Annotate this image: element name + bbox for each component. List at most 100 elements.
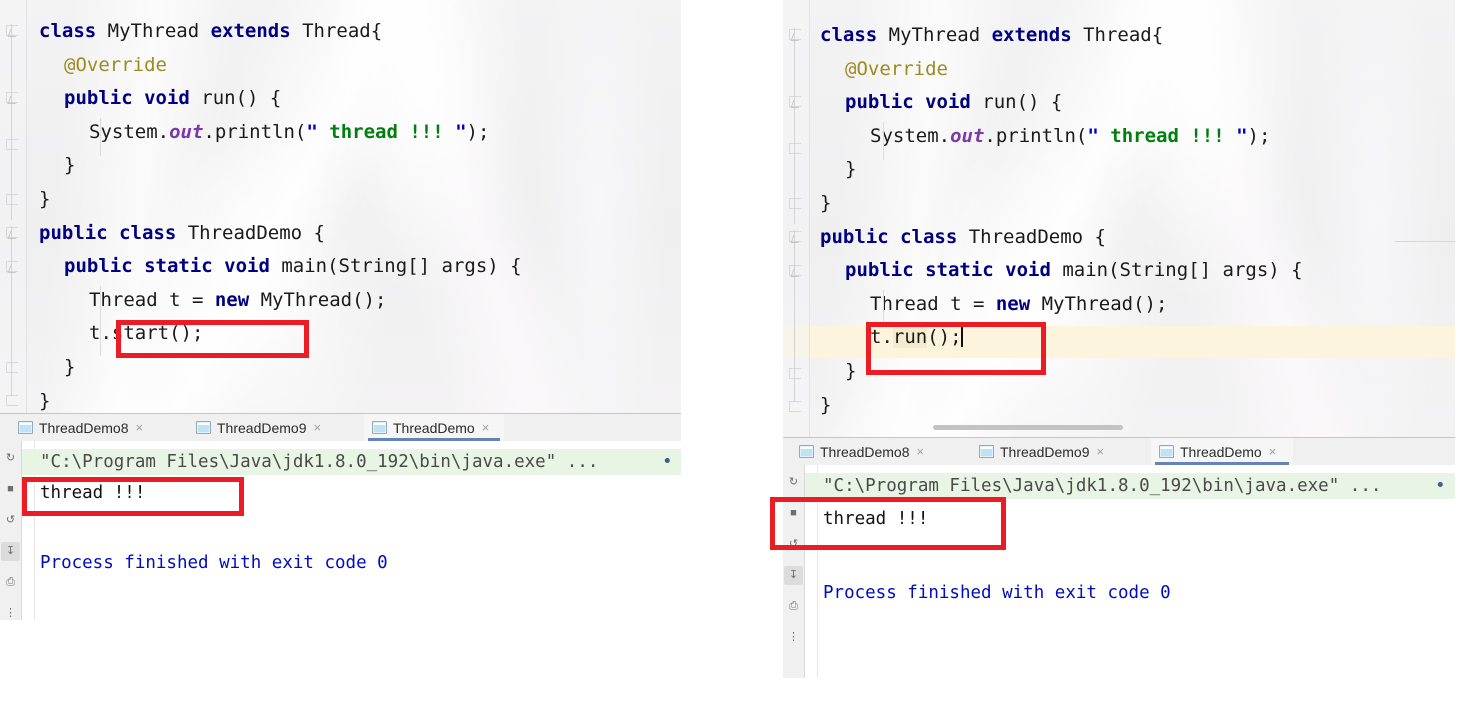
- code-line[interactable]: public void run() {: [64, 87, 281, 109]
- code-line[interactable]: t.start();: [89, 322, 203, 344]
- rotate-icon[interactable]: ↺: [784, 535, 803, 554]
- code-token: run() {: [201, 87, 282, 110]
- run-tab-threaddemo9[interactable]: ThreadDemo9 ×: [188, 414, 348, 441]
- close-icon[interactable]: ×: [314, 421, 322, 434]
- code-line[interactable]: t.run();: [870, 326, 963, 349]
- fold-marker-method-run[interactable]: [6, 92, 18, 103]
- code-line[interactable]: public static void main(String[] args) {: [64, 255, 522, 277]
- code-line[interactable]: }: [64, 154, 75, 176]
- code-line[interactable]: }: [64, 356, 75, 378]
- close-icon[interactable]: ×: [482, 421, 490, 434]
- fold-marker-main-end[interactable]: [789, 368, 801, 379]
- fold-marker-method-run[interactable]: [789, 96, 801, 107]
- code-token: );: [466, 120, 490, 143]
- close-icon[interactable]: ×: [1269, 445, 1277, 458]
- run-tab-threaddemo[interactable]: ThreadDemo ×: [364, 414, 504, 441]
- code-line[interactable]: public class ThreadDemo {: [820, 226, 1106, 248]
- editor-horizontal-scrollbar-right[interactable]: [933, 425, 1123, 430]
- fold-marker-threaddemo[interactable]: [789, 231, 801, 242]
- close-icon[interactable]: ×: [917, 445, 925, 458]
- console-toolbar-left[interactable]: ↻ ■ ↺ ↧ ⎙ ⋮: [0, 441, 22, 620]
- fold-marker-class-end[interactable]: [789, 401, 801, 412]
- console-toolbar-right[interactable]: ↻ ■ ↺ ↧ ⎙ ⋮: [783, 465, 805, 678]
- code-fold-gutter-right[interactable]: [783, 0, 810, 437]
- more-icon[interactable]: ⋮: [1, 604, 20, 620]
- fold-marker-body[interactable]: [789, 143, 801, 154]
- code-line[interactable]: @Override: [64, 54, 167, 76]
- close-icon[interactable]: ×: [136, 421, 144, 434]
- code-token: MyThread();: [1041, 292, 1168, 315]
- code-token: main(String[] args) {: [1062, 259, 1303, 282]
- code-token: public: [64, 255, 145, 278]
- code-editor-left[interactable]: class MyThread extends Thread{ @Override p…: [0, 0, 681, 414]
- console-program-output: thread !!!: [823, 509, 929, 529]
- console-output-left[interactable]: "C:\Program Files\Java\jdk1.8.0_192\bin\…: [22, 441, 681, 620]
- code-line[interactable]: }: [845, 360, 856, 382]
- indent-guide: [883, 290, 884, 326]
- code-text-left[interactable]: class MyThread extends Thread{ @Override p…: [26, 0, 681, 414]
- code-line[interactable]: public void run() {: [845, 91, 1062, 113]
- run-tab-threaddemo8[interactable]: ThreadDemo8 ×: [10, 414, 170, 441]
- code-token: System.: [89, 120, 170, 143]
- fold-marker-threaddemo[interactable]: [6, 227, 18, 238]
- console-tab-icon: [196, 421, 211, 434]
- code-line[interactable]: }: [39, 390, 50, 412]
- run-tab-threaddemo[interactable]: ThreadDemo ×: [1151, 438, 1293, 465]
- scroll-to-end-icon[interactable]: ↧: [1, 542, 20, 561]
- screenshot-root: class MyThread extends Thread{ @Override p…: [0, 0, 1478, 706]
- code-line[interactable]: @Override: [845, 58, 948, 80]
- run-tabbar-left[interactable]: ThreadDemo8 × ThreadDemo9 × ThreadDemo ×: [0, 414, 681, 442]
- code-token: static: [925, 259, 1006, 282]
- code-line[interactable]: }: [39, 188, 50, 210]
- fold-marker-main-end[interactable]: [6, 362, 18, 373]
- fold-marker-class[interactable]: [6, 25, 18, 36]
- run-tab-label: ThreadDemo9: [1000, 443, 1090, 460]
- code-token: t.: [870, 326, 893, 349]
- code-fold-gutter-left[interactable]: [0, 0, 27, 414]
- indent-guide: [883, 122, 884, 160]
- rerun-icon[interactable]: ↻: [784, 473, 803, 492]
- close-icon[interactable]: ×: [1097, 445, 1105, 458]
- print-icon[interactable]: ⎙: [784, 597, 803, 616]
- run-tabbar-right[interactable]: ThreadDemo8 × ThreadDemo9 × ThreadDemo ×: [783, 438, 1455, 466]
- code-line[interactable]: public class ThreadDemo {: [39, 222, 325, 244]
- code-token: public: [845, 91, 926, 114]
- code-line[interactable]: }: [820, 394, 831, 416]
- fold-marker-body[interactable]: [6, 139, 18, 150]
- scroll-to-end-icon[interactable]: ↧: [784, 566, 803, 585]
- code-line[interactable]: public static void main(String[] args) {: [845, 259, 1303, 281]
- rotate-icon[interactable]: ↺: [1, 511, 20, 530]
- code-token: @Override: [64, 53, 167, 76]
- fold-marker-main[interactable]: [789, 265, 801, 276]
- fold-marker-class[interactable]: [789, 29, 801, 40]
- code-line[interactable]: }: [845, 158, 856, 180]
- code-line[interactable]: class MyThread extends Thread{: [820, 24, 1163, 46]
- code-token: extends: [210, 20, 303, 42]
- run-tab-threaddemo9[interactable]: ThreadDemo9 ×: [971, 438, 1133, 465]
- code-editor-right[interactable]: class MyThread extends Thread{ @Override p…: [783, 0, 1455, 437]
- rerun-icon[interactable]: ↻: [1, 449, 20, 468]
- code-token: public: [64, 87, 145, 110]
- code-token: new: [995, 292, 1042, 315]
- stop-icon[interactable]: ■: [1, 480, 20, 499]
- console-ellipsis: • • •: [662, 452, 675, 472]
- code-line[interactable]: Thread t = new MyThread();: [89, 289, 386, 311]
- more-icon[interactable]: ⋮: [784, 628, 803, 647]
- code-text-right[interactable]: class MyThread extends Thread{ @Override p…: [809, 0, 1455, 437]
- code-line[interactable]: Thread t = new MyThread();: [870, 293, 1167, 315]
- fold-marker-main[interactable]: [6, 261, 18, 272]
- console-output-right[interactable]: "C:\Program Files\Java\jdk1.8.0_192\bin\…: [805, 465, 1455, 678]
- code-line[interactable]: class MyThread extends Thread{: [39, 20, 382, 42]
- fold-marker-class-end[interactable]: [6, 395, 18, 406]
- fold-marker-close[interactable]: [789, 198, 801, 209]
- code-token: MyThread: [888, 24, 992, 46]
- code-line[interactable]: System.out.println(" thread !!! ");: [870, 125, 1270, 147]
- code-token: class: [39, 20, 108, 42]
- stop-icon[interactable]: ■: [784, 504, 803, 523]
- fold-marker-close[interactable]: [6, 194, 18, 205]
- code-line[interactable]: System.out.println(" thread !!! ");: [89, 121, 489, 143]
- print-icon[interactable]: ⎙: [1, 573, 20, 592]
- code-line[interactable]: }: [820, 192, 831, 214]
- run-tab-threaddemo8[interactable]: ThreadDemo8 ×: [791, 438, 953, 465]
- run-tab-label: ThreadDemo8: [820, 443, 910, 460]
